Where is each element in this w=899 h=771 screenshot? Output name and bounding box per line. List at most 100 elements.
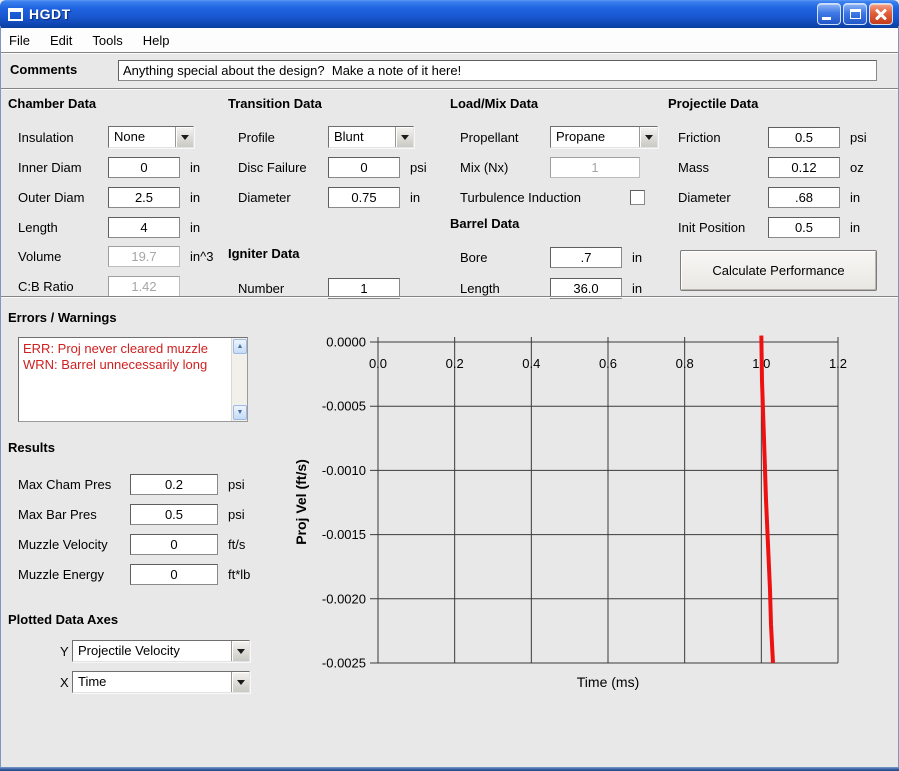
x-axis-title: Time (ms) xyxy=(577,674,639,690)
mass-input[interactable] xyxy=(768,157,840,178)
volume-label: Volume xyxy=(18,249,108,264)
svg-text:0.0: 0.0 xyxy=(369,356,387,371)
window-border xyxy=(0,767,899,771)
insulation-value: None xyxy=(109,127,175,147)
svg-text:0.2: 0.2 xyxy=(446,356,464,371)
propellant-label: Propellant xyxy=(460,130,550,145)
transition-data-section: Transition Data Profile Blunt Disc Failu… xyxy=(228,96,444,301)
profile-select[interactable]: Blunt xyxy=(328,126,414,148)
projectile-diameter-unit: in xyxy=(850,190,860,205)
disc-failure-label: Disc Failure xyxy=(238,160,328,175)
max-cham-pres-field[interactable] xyxy=(130,474,218,495)
menu-help[interactable]: Help xyxy=(143,30,180,51)
svg-text:0.0000: 0.0000 xyxy=(326,335,366,350)
minimize-button[interactable] xyxy=(817,3,841,25)
maximize-button[interactable] xyxy=(843,3,867,25)
app-icon xyxy=(8,8,23,21)
divider xyxy=(0,296,899,297)
divider xyxy=(0,52,899,53)
errors-scrollbar[interactable]: ▲ ▼ xyxy=(231,338,247,421)
y-axis-select-value: Projectile Velocity xyxy=(73,641,231,661)
barrel-length-label: Length xyxy=(460,281,550,296)
svg-text:0.6: 0.6 xyxy=(599,356,617,371)
max-bar-pres-field[interactable] xyxy=(130,504,218,525)
y-axis-select[interactable]: Projectile Velocity xyxy=(72,640,250,662)
comments-label: Comments xyxy=(10,62,77,77)
menu-edit[interactable]: Edit xyxy=(50,30,82,51)
projectile-data-title: Projectile Data xyxy=(668,96,758,111)
muzzle-energy-unit: ft*lb xyxy=(228,567,250,582)
friction-unit: psi xyxy=(850,130,867,145)
volume-unit: in^3 xyxy=(190,249,213,264)
friction-input[interactable] xyxy=(768,127,840,148)
titlebar[interactable]: HGDT xyxy=(0,0,899,28)
comments-input[interactable] xyxy=(118,60,877,81)
transition-diameter-unit: in xyxy=(410,190,420,205)
chevron-down-icon[interactable] xyxy=(231,641,249,661)
muzzle-velocity-field[interactable] xyxy=(130,534,218,555)
svg-text:-0.0020: -0.0020 xyxy=(322,591,366,606)
svg-text:0.8: 0.8 xyxy=(676,356,694,371)
x-axis-select[interactable]: Time xyxy=(72,671,250,693)
volume-field xyxy=(108,246,180,267)
projectile-diameter-input[interactable] xyxy=(768,187,840,208)
errors-listbox[interactable]: ERR: Proj never cleared muzzle WRN: Barr… xyxy=(18,337,248,422)
svg-text:-0.0010: -0.0010 xyxy=(322,463,366,478)
friction-label: Friction xyxy=(678,130,768,145)
projectile-data-section: Projectile Data Friction psi Mass oz Dia… xyxy=(668,96,893,301)
chevron-down-icon[interactable] xyxy=(639,127,657,147)
insulation-label: Insulation xyxy=(18,130,108,145)
menu-tools[interactable]: Tools xyxy=(92,30,132,51)
chevron-down-icon[interactable] xyxy=(231,672,249,692)
y-axis-select-label: Y xyxy=(60,644,72,659)
maximize-icon xyxy=(850,9,861,19)
svg-text:-0.0015: -0.0015 xyxy=(322,527,366,542)
svg-text:-0.0005: -0.0005 xyxy=(322,399,366,414)
init-position-unit: in xyxy=(850,220,860,235)
chamber-length-input[interactable] xyxy=(108,217,180,238)
igniter-number-label: Number xyxy=(238,281,328,296)
results-section: Results Max Cham Pres psi Max Bar Pres p… xyxy=(8,440,268,600)
outer-diam-input[interactable] xyxy=(108,187,180,208)
divider xyxy=(0,88,899,89)
insulation-select[interactable]: None xyxy=(108,126,194,148)
init-position-input[interactable] xyxy=(768,217,840,238)
results-title: Results xyxy=(8,440,55,455)
transition-data-title: Transition Data xyxy=(228,96,322,111)
close-button[interactable] xyxy=(869,3,893,25)
disc-failure-input[interactable] xyxy=(328,157,400,178)
muzzle-energy-label: Muzzle Energy xyxy=(18,567,130,582)
inner-diam-unit: in xyxy=(190,160,200,175)
profile-label: Profile xyxy=(238,130,328,145)
muzzle-energy-field[interactable] xyxy=(130,564,218,585)
chevron-down-icon[interactable] xyxy=(395,127,413,147)
propellant-value: Propane xyxy=(551,127,639,147)
bore-input[interactable] xyxy=(550,247,622,268)
barrel-data-title: Barrel Data xyxy=(450,216,519,231)
bore-unit: in xyxy=(632,250,642,265)
scroll-down-icon[interactable]: ▼ xyxy=(233,405,247,420)
propellant-select[interactable]: Propane xyxy=(550,126,658,148)
x-axis-select-label: X xyxy=(60,675,72,690)
mass-label: Mass xyxy=(678,160,768,175)
chamber-length-label: Length xyxy=(18,220,108,235)
transition-diameter-label: Diameter xyxy=(238,190,328,205)
inner-diam-input[interactable] xyxy=(108,157,180,178)
svg-text:1.2: 1.2 xyxy=(829,356,847,371)
inner-diam-label: Inner Diam xyxy=(18,160,108,175)
mix-field xyxy=(550,157,640,178)
warning-line: WRN: Barrel unnecessarily long xyxy=(23,357,227,373)
calculate-performance-button[interactable]: Calculate Performance xyxy=(680,250,877,291)
scroll-up-icon[interactable]: ▲ xyxy=(233,339,247,354)
menu-file[interactable]: File xyxy=(9,30,40,51)
cb-ratio-label: C:B Ratio xyxy=(18,279,108,294)
max-cham-pres-label: Max Cham Pres xyxy=(18,477,130,492)
init-position-label: Init Position xyxy=(678,220,768,235)
chamber-data-title: Chamber Data xyxy=(8,96,96,111)
turbulence-checkbox[interactable] xyxy=(630,190,645,205)
plotted-axes-title: Plotted Data Axes xyxy=(8,612,118,627)
muzzle-velocity-unit: ft/s xyxy=(228,537,245,552)
transition-diameter-input[interactable] xyxy=(328,187,400,208)
chevron-down-icon[interactable] xyxy=(175,127,193,147)
loadmix-data-title: Load/Mix Data xyxy=(450,96,538,111)
